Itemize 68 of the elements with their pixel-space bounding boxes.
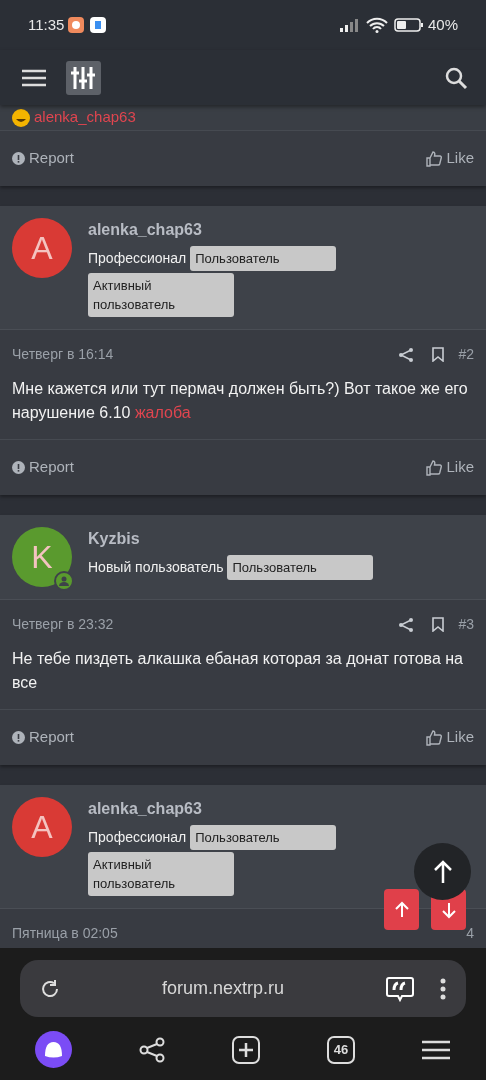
warning-icon [12,152,25,165]
arrow-up-icon [393,900,410,919]
avatar-letter: A [31,808,53,847]
arrow-down-icon [440,900,457,919]
report-button[interactable]: Report [12,147,75,170]
status-time: 11:35 [28,14,65,35]
report-button[interactable]: Report [12,726,75,749]
previous-post-button[interactable] [384,889,419,930]
app-icon [90,17,107,33]
username[interactable]: alenka_chap63 [88,797,474,821]
post-date: Четверг в 23:32 [12,615,114,634]
user-avatar[interactable]: A [12,797,72,857]
like-button[interactable]: Like [426,147,474,170]
wifi-icon [365,17,388,33]
post-date: Четверг в 16:14 [12,345,114,364]
warning-icon [12,461,25,474]
assistant-icon[interactable] [35,1031,72,1068]
share-icon[interactable] [398,346,415,363]
app-icon [68,17,85,33]
post-date: Пятница в 02:05 [12,924,118,943]
sliders-icon[interactable] [66,60,101,95]
bookmark-icon[interactable] [432,347,445,362]
user-title: Профессионал [88,249,187,268]
quote-bubble-icon[interactable] [386,975,414,1002]
menu-icon[interactable] [422,1039,450,1060]
post-number[interactable]: #3 [458,614,474,635]
user-title: Новый пользователь [88,558,224,577]
battery-icon [393,18,424,32]
signal-icon [339,18,360,32]
user-banner: Пользователь [190,246,337,271]
user-banner: Активный пользователь [88,273,234,317]
thumbs-up-icon [426,729,443,746]
search-icon[interactable] [444,65,468,90]
url-text: forum.nextrp.ru [160,977,285,1000]
user-avatar[interactable]: A [12,218,72,278]
like-button[interactable]: Like [426,456,474,479]
report-link[interactable]: жалоба [134,404,191,421]
user-banner: Пользователь [227,555,374,580]
like-button[interactable]: Like [426,726,474,749]
avatar-letter: K [31,538,53,577]
reaction-user[interactable]: alenka_chap63 [34,106,136,129]
username[interactable]: Kyzbis [88,527,374,551]
tabs-count-button[interactable]: 46 [327,1035,355,1064]
share-icon[interactable] [139,1036,165,1063]
avatar-letter: A [31,229,53,268]
online-status-icon [54,571,74,591]
more-options-icon[interactable] [440,977,446,1000]
report-button[interactable]: Report [12,456,75,479]
laughing-emoji-icon [12,108,30,127]
user-banner: Активный пользователь [88,852,234,896]
user-title: Профессионал [88,828,187,847]
post-message: Не тебе пиздеть алкашка ебаная которая за донат готова на все [11,649,464,693]
warning-icon [12,731,25,744]
battery-level: 40% [427,14,458,35]
bookmark-icon[interactable] [432,617,445,632]
address-bar[interactable]: forum.nextrp.ru [20,960,466,1017]
post-message: Мне кажется или тут пермач должен быть?) Вот такое же его нарушение 6.10 жалоба [11,379,469,423]
username[interactable]: alenka_chap63 [88,218,474,242]
menu-icon[interactable] [22,68,46,87]
post-number[interactable]: #2 [458,344,474,365]
new-tab-icon[interactable] [232,1035,260,1064]
share-icon[interactable] [398,616,415,633]
reload-icon[interactable] [40,978,60,999]
thumbs-up-icon [426,459,443,476]
arrow-up-icon [433,859,452,884]
post-number[interactable]: 4 [466,923,474,944]
thumbs-up-icon [426,150,443,167]
user-banner: Пользователь [190,825,337,850]
